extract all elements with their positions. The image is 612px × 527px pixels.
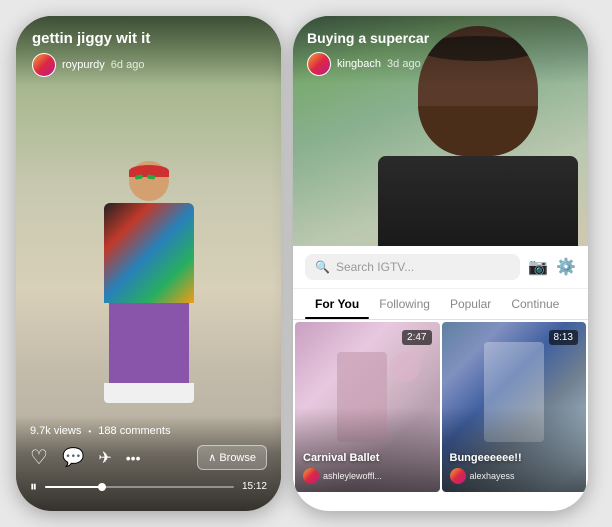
views-count: 9.7k views — [30, 425, 81, 437]
browse-button[interactable]: ∧ Browse — [197, 445, 267, 470]
left-user-row: roypurdy 6d ago — [32, 53, 265, 77]
search-icon: 🔍 — [315, 260, 330, 274]
tab-following[interactable]: Following — [369, 289, 440, 319]
right-username: kingbach — [337, 58, 381, 70]
camera-icon[interactable]: 📷 — [528, 257, 548, 277]
card-1-user-row: ashleylewoffl... — [303, 468, 432, 484]
card-2-username: alexhayess — [470, 471, 515, 481]
left-video-title: gettin jiggy wit it — [32, 30, 265, 47]
card-2-title: Bungeeeeee!! — [450, 452, 579, 464]
comments-count: 188 comments — [98, 425, 170, 437]
share-icon[interactable]: ✈ — [98, 448, 111, 468]
action-icons: ♡ 💬 ✈ ••• — [30, 445, 140, 470]
video-duration: 15:12 — [242, 481, 267, 492]
progress-fill — [45, 486, 102, 488]
browse-label: Browse — [219, 452, 256, 464]
comment-icon[interactable]: 💬 — [62, 447, 84, 468]
right-hero: Buying a supercar kingbach 3d ago — [293, 16, 588, 246]
app-container: gettin jiggy wit it roypurdy 6d ago 9.7k… — [0, 0, 612, 527]
right-user-age: 3d ago — [387, 58, 421, 70]
search-placeholder: Search IGTV... — [336, 260, 414, 274]
left-username: roypurdy — [62, 59, 105, 71]
left-user-age: 6d ago — [111, 59, 145, 71]
tab-for-you[interactable]: For You — [305, 289, 369, 319]
pause-icon[interactable]: ⏸ — [30, 478, 37, 495]
igtv-content: 🔍 Search IGTV... 📷 ⚙️ For You Following … — [293, 246, 588, 494]
right-user-row: kingbach 3d ago — [307, 52, 574, 76]
card-2-user-row: alexhayess — [450, 468, 579, 484]
more-icon[interactable]: ••• — [126, 450, 141, 466]
card-1-title: Carnival Ballet — [303, 452, 432, 464]
header-icons: 📷 ⚙️ — [528, 257, 576, 277]
like-icon[interactable]: ♡ — [30, 445, 48, 470]
left-top-bar: gettin jiggy wit it roypurdy 6d ago — [16, 16, 281, 85]
card-1-duration: 2:47 — [402, 330, 431, 345]
right-video-title: Buying a supercar — [307, 30, 574, 46]
progress-track[interactable] — [45, 486, 234, 488]
videos-grid: 2:47 Carnival Ballet ashleylewoffl... 8: — [293, 320, 588, 494]
left-avatar — [32, 53, 56, 77]
card-1-bottom: Carnival Ballet ashleylewoffl... — [295, 444, 440, 492]
actions-row: ♡ 💬 ✈ ••• ∧ Browse — [30, 445, 267, 470]
card-1-avatar — [303, 468, 319, 484]
stats-row: 9.7k views • 188 comments — [30, 425, 267, 437]
phone-right: Buying a supercar kingbach 3d ago 🔍 Sear… — [293, 16, 588, 511]
search-bar: 🔍 Search IGTV... 📷 ⚙️ — [293, 246, 588, 289]
separator: • — [88, 427, 91, 436]
card-2-bottom: Bungeeeeee!! alexhayess — [442, 444, 587, 492]
left-bottom-bar: 9.7k views • 188 comments ♡ 💬 ✈ ••• ∧ Br… — [16, 415, 281, 511]
card-1-username: ashleylewoffl... — [323, 471, 382, 481]
tab-popular[interactable]: Popular — [440, 289, 501, 319]
progress-bar-container: ⏸ 15:12 — [30, 478, 267, 495]
settings-icon[interactable]: ⚙️ — [556, 257, 576, 277]
right-avatar — [307, 52, 331, 76]
video-card-2[interactable]: 8:13 Bungeeeeee!! alexhayess — [442, 322, 587, 492]
video-card-1[interactable]: 2:47 Carnival Ballet ashleylewoffl... — [295, 322, 440, 492]
card-2-avatar — [450, 468, 466, 484]
tabs-row: For You Following Popular Continue — [293, 289, 588, 320]
browse-chevron: ∧ — [208, 452, 219, 464]
right-top-bar: Buying a supercar kingbach 3d ago — [293, 16, 588, 84]
tab-continue[interactable]: Continue — [501, 289, 569, 319]
phone-left: gettin jiggy wit it roypurdy 6d ago 9.7k… — [16, 16, 281, 511]
card-2-duration: 8:13 — [549, 330, 578, 345]
search-input-wrap[interactable]: 🔍 Search IGTV... — [305, 254, 520, 280]
